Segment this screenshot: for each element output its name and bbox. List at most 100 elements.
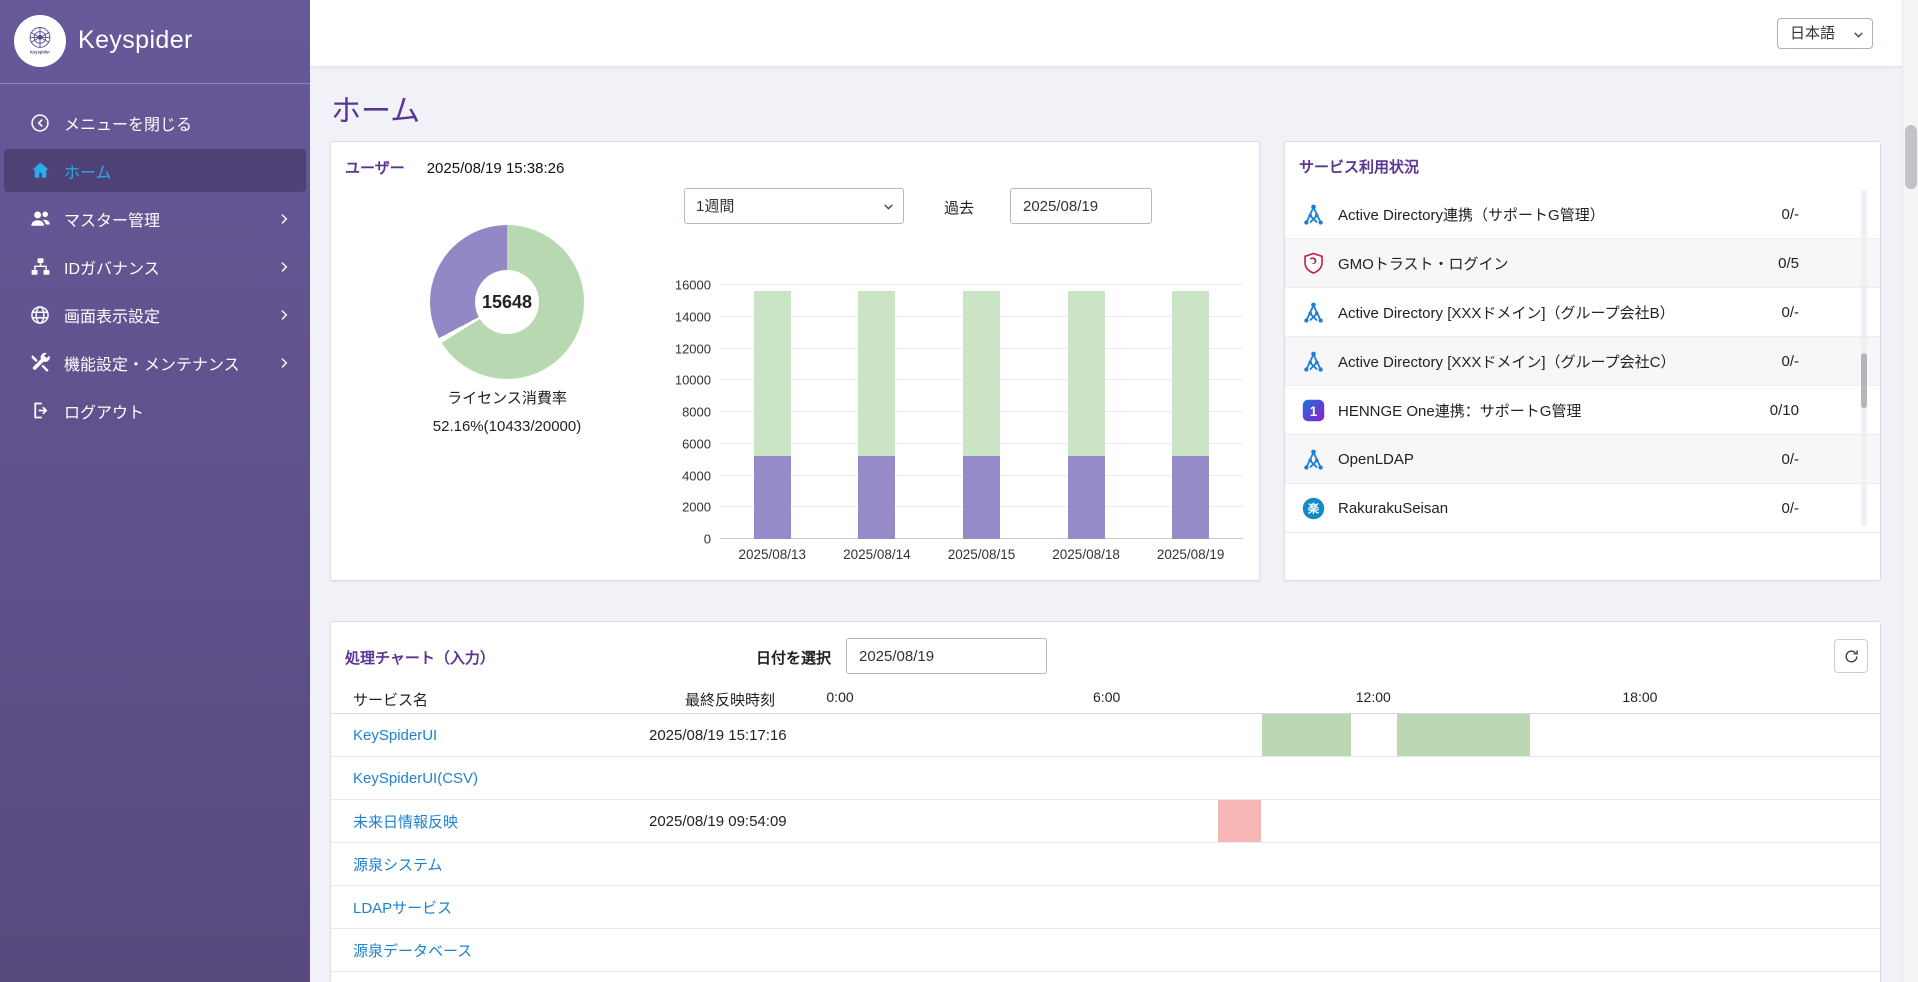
hennge-one-icon: 1	[1301, 398, 1327, 423]
period-select[interactable]: 1週間	[685, 189, 903, 223]
user-panel-header: ユーザー 2025/08/19 15:38:26	[345, 157, 564, 178]
keyspider-logo: Keyspider	[14, 15, 66, 67]
refresh-button[interactable]	[1834, 639, 1868, 673]
timeline-ticks: 0:006:0012:0018:00	[839, 686, 1880, 713]
sidebar: Keyspider Keyspider メニューを閉じるホームマスター管理 IDガ…	[0, 0, 310, 982]
sidebar-item-tools[interactable]: 機能設定・メンテナンス	[4, 341, 306, 384]
x-axis-label: 2025/08/14	[825, 547, 930, 562]
y-axis-label: 14000	[675, 309, 711, 324]
service-row: 1 HENNGE One連携：サポートG管理 0/10	[1285, 386, 1880, 435]
service-name-link[interactable]: 未来日情報反映	[353, 814, 458, 831]
sidebar-item-label: メニューを閉じる	[64, 111, 192, 135]
top-bar: 日本語	[310, 0, 1918, 66]
donut-subtitle: 52.16%(10433/20000)	[331, 413, 683, 441]
bar-segment-purple-lower	[858, 456, 895, 539]
y-axis-label: 4000	[682, 468, 711, 483]
time-tick-label: 18:00	[1622, 689, 1657, 705]
language-select-wrap: 日本語	[1777, 18, 1873, 49]
donut-ring: 15648	[430, 225, 584, 379]
stacked-bar	[754, 285, 791, 539]
service-name-link[interactable]: 源泉システム	[353, 857, 443, 874]
sidebar-item-label: マスター管理	[64, 207, 160, 231]
user-panel: ユーザー 2025/08/19 15:38:26 1週間 過去 15648 ライ…	[330, 141, 1260, 581]
service-label: Active Directory連携（サポートG管理）	[1338, 204, 1605, 225]
service-scrollbar-thumb[interactable]	[1861, 353, 1867, 408]
service-name-link[interactable]: 源泉データベース	[353, 943, 472, 960]
service-label: RakurakuSeisan	[1338, 500, 1448, 517]
service-row: Active Directory [XXXドメイン]（グループ会社B）0/-	[1285, 288, 1880, 337]
license-donut-chart: 15648	[430, 225, 584, 379]
service-usage-panel: サービス利用状況 Active Directory連携（サポートG管理）0/-G…	[1284, 141, 1881, 581]
timeline-block-error	[1218, 800, 1262, 842]
keyspider-dashboard: Keyspider Keyspider メニューを閉じるホームマスター管理IDガ…	[0, 0, 1918, 982]
service-label: Active Directory [XXXドメイン]（グループ会社C）	[1338, 351, 1675, 372]
service-label: HENNGE One連携：サポートG管理	[1338, 400, 1581, 421]
service-row: Active Directory [XXXドメイン]（グループ会社C）0/-	[1285, 337, 1880, 386]
past-label: 過去	[944, 197, 974, 218]
sidebar-item-home[interactable]: ホーム	[4, 149, 306, 192]
time-tick-label: 0:00	[826, 689, 853, 705]
service-list-scrollbar[interactable]	[1861, 190, 1867, 526]
home-icon	[27, 160, 53, 181]
y-axis-label: 10000	[675, 373, 711, 388]
service-usage-value: 0/-	[1781, 206, 1799, 223]
gmo-trust-login-icon	[1301, 251, 1327, 276]
x-axis-label: 2025/08/13	[720, 547, 825, 562]
sidebar-menu: メニューを閉じるホームマスター管理 IDガバナンス画面表示設定機能設定・メンテナン…	[0, 84, 310, 432]
service-usage-value: 0/5	[1778, 255, 1799, 272]
sitemap-icon	[27, 256, 53, 277]
stacked-bar	[858, 285, 895, 539]
x-axis-label: 2025/08/15	[929, 547, 1034, 562]
process-rows: KeySpiderUI 2025/08/19 15:17:16 KeySpiderU…	[331, 714, 1880, 982]
timeline-block-success	[1397, 714, 1530, 756]
bar-segment-green-upper	[963, 291, 1000, 457]
svg-text:Keyspider: Keyspider	[30, 50, 50, 55]
svg-text:1: 1	[1310, 403, 1318, 418]
service-name-link[interactable]: KeySpiderUI(CSV)	[353, 770, 478, 787]
last-reflect-time: 2025/08/19 09:54:09	[649, 813, 839, 830]
timeline-cell	[839, 800, 1880, 842]
sidebar-item-label: 機能設定・メンテナンス	[64, 351, 240, 375]
process-chart-panel: 処理チャート（入力） 日付を選択 サービス名 最終反映時刻 0:006:0012…	[330, 621, 1881, 982]
chevron-right-icon	[277, 308, 291, 322]
sidebar-item-label: IDガバナンス	[64, 255, 160, 279]
service-list: Active Directory連携（サポートG管理）0/-GMOトラスト・ログ…	[1285, 190, 1880, 533]
period-select-wrap: 1週間	[684, 188, 904, 224]
user-panel-timestamp: 2025/08/19 15:38:26	[427, 160, 565, 177]
process-date-input[interactable]	[846, 638, 1047, 674]
bars	[720, 285, 1243, 539]
x-axis-label: 2025/08/19	[1138, 547, 1243, 562]
x-axis-label: 2025/08/18	[1034, 547, 1139, 562]
sidebar-item-users[interactable]: マスター管理	[4, 197, 306, 240]
service-usage-value: 0/-	[1781, 304, 1799, 321]
main-content: ホーム ユーザー 2025/08/19 15:38:26 1週間 過去 1564…	[310, 66, 1918, 982]
service-name-link[interactable]: LDAPサービス	[353, 900, 452, 917]
bar-segment-green-upper	[858, 291, 895, 457]
sidebar-item-logout[interactable]: ログアウト	[4, 389, 306, 432]
page-scrollbar[interactable]	[1902, 0, 1918, 982]
language-select[interactable]: 日本語	[1778, 19, 1872, 48]
time-tick-label: 12:00	[1356, 689, 1391, 705]
rakuraku-seisan-icon: 楽	[1301, 496, 1327, 521]
page-title: ホーム	[331, 86, 420, 130]
bar-segment-purple-lower	[963, 456, 1000, 539]
collapse-menu-icon	[27, 112, 53, 134]
stacked-bar	[1068, 285, 1105, 539]
page-scrollbar-thumb[interactable]	[1905, 125, 1917, 189]
process-table: サービス名 最終反映時刻 0:006:0012:0018:00 KeySpide…	[331, 686, 1880, 982]
logout-icon	[27, 400, 53, 421]
users-icon	[27, 207, 53, 230]
y-axis-label: 2000	[682, 500, 711, 515]
service-name-link[interactable]: KeySpiderUI	[353, 727, 437, 744]
service-usage-value: 0/10	[1770, 402, 1799, 419]
last-reflect-time: 2025/08/19 15:17:16	[649, 727, 839, 744]
sidebar-header: Keyspider Keyspider	[0, 0, 310, 84]
column-last-reflect: 最終反映時刻	[649, 689, 839, 710]
user-date-input[interactable]	[1010, 188, 1152, 224]
sidebar-item-sitemap[interactable]: IDガバナンス	[4, 245, 306, 288]
service-label: OpenLDAP	[1338, 451, 1414, 468]
sidebar-item-collapse-menu[interactable]: メニューを閉じる	[4, 101, 306, 144]
service-usage-value: 0/-	[1781, 451, 1799, 468]
sidebar-item-globe[interactable]: 画面表示設定	[4, 293, 306, 336]
process-table-header: サービス名 最終反映時刻 0:006:0012:0018:00	[331, 686, 1880, 714]
